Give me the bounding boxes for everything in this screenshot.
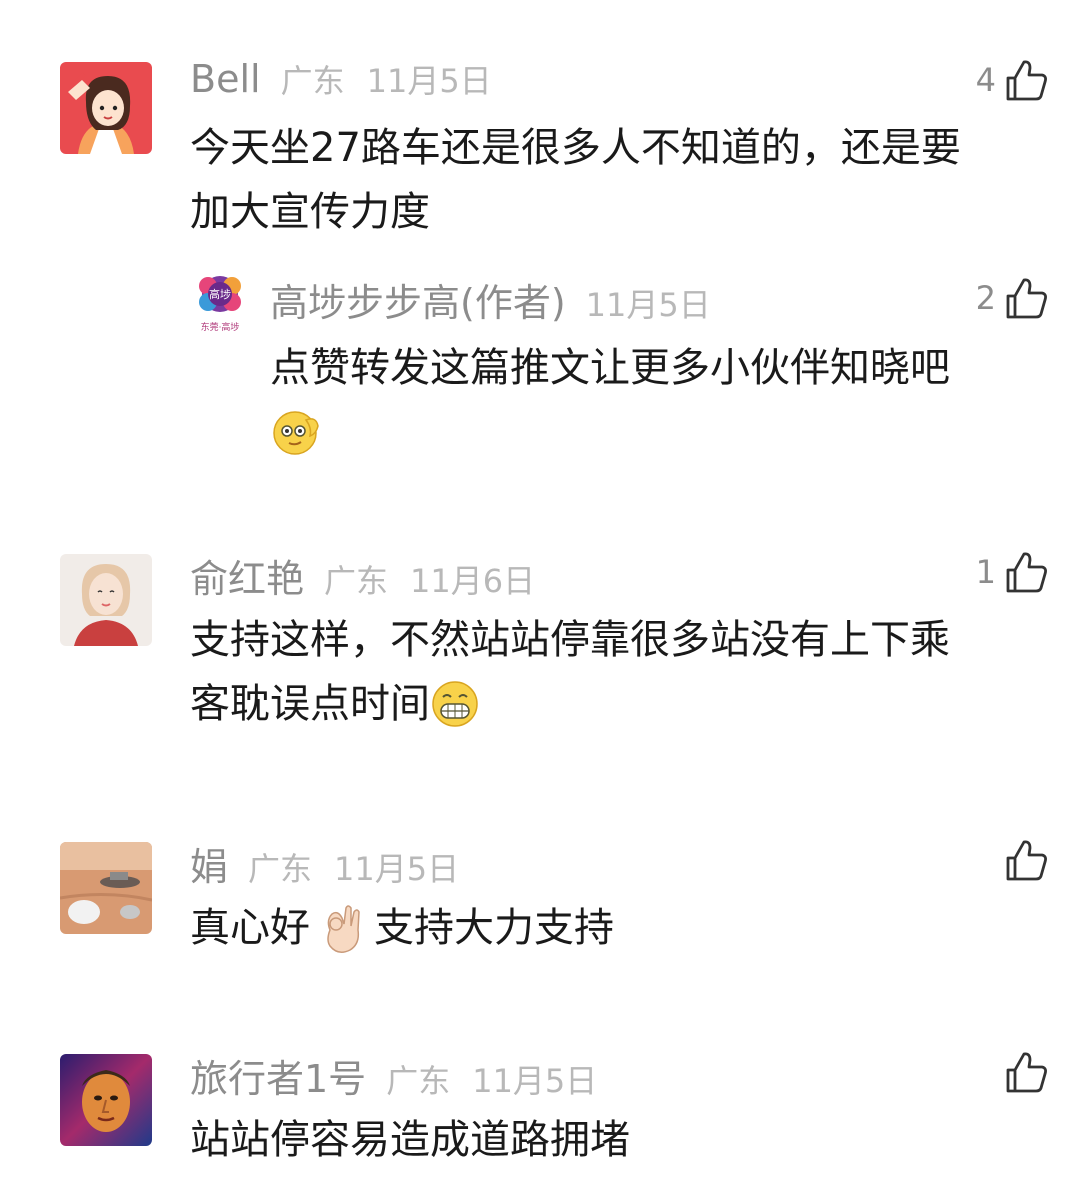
like-button[interactable]: 4 [976,52,1050,108]
avatar[interactable] [60,1054,152,1146]
timestamp: 11月6日 [410,562,536,600]
comment-meta: Bell 广东 11月5日 [190,56,514,104]
reply-text: 点赞转发这篇推文让更多小伙伴知晓吧 [270,336,950,464]
reply-timestamp: 11月5日 [585,286,711,324]
comment-text: 今天坐27路车还是很多人不知道的，还是要 加大宣传力度 [190,116,961,244]
region-label: 广东 [280,62,345,100]
comment-text-line: 加大宣传力度 [190,189,430,235]
cartoon-girl-avatar-icon [60,62,152,154]
like-count: 2 [975,279,996,317]
wink-emoji-icon [270,406,322,458]
comment-text-line: 今天坐27路车还是很多人不知道的，还是要 [190,125,961,171]
reply-meta: 高埗步步高(作者) 11月5日 [270,272,733,325]
comment-meta: 旅行者1号 广东 11月5日 [190,1048,619,1101]
like-button[interactable] [996,832,1050,888]
thumbs-up-icon [1002,1048,1050,1096]
like-button[interactable] [996,1044,1050,1100]
avatar[interactable] [60,842,152,934]
like-count: 1 [975,553,996,591]
timestamp: 11月5日 [334,850,460,888]
comment-text-segment: 支持大力支持 [374,905,614,951]
comment-meta: 娟 广东 11月5日 [190,836,481,889]
author-name[interactable]: 娟 [190,836,228,891]
comment-text: 站站停容易造成道路拥堵 [190,1108,630,1172]
comment-text: 真心好 支持大力支持 [190,896,614,960]
comment-text-line: 站站停容易造成道路拥堵 [190,1117,630,1163]
comment-text-segment: 真心好 [190,905,310,951]
svg-text:东莞·高埗: 东莞·高埗 [201,321,240,333]
comment-text-line: 支持这样，不然站站停靠很多站没有上下乘 [190,617,950,663]
thumbs-up-icon [1002,56,1050,104]
portrait-avatar-icon [60,1054,152,1146]
author-name[interactable]: 俞红艳 [190,548,304,603]
like-count: 4 [975,61,996,99]
timestamp: 11月5日 [366,62,492,100]
avatar[interactable] [60,554,152,646]
ok-hand-emoji-icon [316,900,368,956]
timestamp: 11月5日 [472,1062,598,1100]
comment-text: 支持这样，不然站站停靠很多站没有上下乘 客耽误点时间 [190,608,950,736]
logo-avatar-icon: 高埗 东莞·高埗 [190,270,250,336]
reply-avatar[interactable]: 高埗 东莞·高埗 [190,270,250,336]
grin-emoji-icon [430,679,480,729]
avatar[interactable] [60,62,152,154]
thumbs-up-icon [1002,274,1050,322]
like-button[interactable]: 1 [976,544,1050,600]
region-label: 广东 [324,562,389,600]
thumbs-up-icon [1002,548,1050,596]
comment-text-line: 客耽误点时间 [190,681,430,727]
reply-author-name[interactable]: 高埗步步高(作者) [270,272,566,327]
comment-meta: 俞红艳 广东 11月6日 [190,548,557,601]
mars-avatar-icon [60,842,152,934]
photo-avatar-icon [60,554,152,646]
reply-text-line: 点赞转发这篇推文让更多小伙伴知晓吧 [270,345,950,391]
reply-like-button[interactable]: 2 [976,270,1050,326]
thumbs-up-icon [1002,836,1050,884]
region-label: 广东 [248,850,313,888]
region-label: 广东 [386,1062,451,1100]
author-name[interactable]: Bell [190,57,261,101]
svg-text:高埗: 高埗 [209,287,231,301]
author-name[interactable]: 旅行者1号 [190,1048,366,1103]
